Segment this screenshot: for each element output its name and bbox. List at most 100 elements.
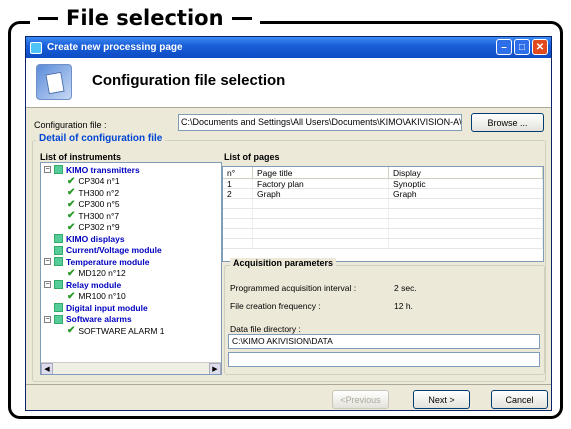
tree-item-label: Digital input module [66, 302, 148, 313]
frequency-label: File creation frequency : [230, 301, 321, 311]
tree-item-label: Software alarms [66, 314, 132, 324]
col-header-number[interactable]: n° [223, 167, 253, 178]
tree-item-label: SOFTWARE ALARM 1 [78, 325, 165, 336]
module-icon [54, 303, 63, 312]
checkmark-icon: ✔ [67, 290, 76, 302]
tree-item-label: CP304 n°1 [78, 176, 120, 186]
cancel-button[interactable]: Cancel [491, 390, 548, 409]
title-bar: Create new processing page – □ ✕ [26, 37, 551, 58]
interval-label: Programmed acquisition interval : [230, 283, 357, 293]
next-button[interactable]: Next > [413, 390, 470, 409]
frame-title-text: File selection [66, 6, 224, 30]
checkmark-icon: ✔ [67, 198, 76, 210]
tree-group[interactable]: Current/Voltage module [44, 245, 162, 256]
close-button[interactable]: ✕ [532, 39, 548, 55]
previous-button[interactable]: <Previous [332, 390, 389, 409]
collapse-icon[interactable]: − [44, 258, 51, 265]
module-icon [54, 234, 63, 243]
tree-item-label: Current/Voltage module [66, 245, 162, 255]
tree-group[interactable]: − Software alarms [44, 314, 132, 325]
detail-legend: Detail of configuration file [36, 133, 166, 144]
cell-display: Graph [389, 189, 543, 199]
cell-title: Factory plan [253, 179, 389, 189]
acquisition-legend: Acquisition parameters [230, 258, 337, 268]
cell-display: Synoptic [389, 179, 543, 189]
module-icon [54, 280, 63, 289]
table-row[interactable]: 2 Graph Graph [223, 189, 543, 199]
tree-instrument[interactable]: ✔ CP304 n°1 [67, 176, 120, 187]
data-dir-label: Data file directory : [230, 324, 301, 334]
frequency-value: 12 h. [394, 301, 413, 311]
window: Create new processing page – □ ✕ Configu… [25, 36, 552, 411]
tree-instrument[interactable]: ✔ TH300 n°2 [67, 187, 119, 198]
empty-row [223, 229, 543, 239]
tree-item-label: KIMO transmitters [66, 164, 140, 175]
module-icon [54, 245, 63, 255]
checkmark-icon: ✔ [67, 221, 76, 233]
col-header-title[interactable]: Page title [253, 167, 389, 178]
pages-header-row: n° Page title Display [223, 167, 543, 179]
checkmark-icon: ✔ [67, 267, 76, 279]
tree-item-label: Relay module [66, 279, 122, 290]
tree-instrument[interactable]: ✔ TH300 n°7 [67, 210, 119, 221]
collapse-icon[interactable]: − [44, 315, 51, 323]
module-icon [54, 257, 63, 266]
window-controls: – □ ✕ [496, 39, 548, 55]
pages-table: n° Page title Display 1 Factory plan Syn… [222, 166, 544, 262]
tree-group[interactable]: − Temperature module [44, 256, 149, 267]
tree-item-label: Temperature module [66, 256, 150, 267]
tree-item-label: MR100 n°10 [78, 291, 126, 301]
app-icon [30, 41, 42, 54]
tree-group[interactable]: − Relay module [44, 279, 121, 290]
data-dir-field[interactable]: C:\KIMO AKIVISION\DATA [228, 334, 540, 349]
tree-instrument[interactable]: ✔ SOFTWARE ALARM 1 [67, 325, 165, 336]
tree-item-label: TH300 n°7 [78, 210, 120, 221]
checkmark-icon: ✔ [67, 210, 76, 221]
tree-item-label: MD120 n°12 [78, 268, 126, 278]
table-row[interactable]: 1 Factory plan Synoptic [223, 179, 543, 189]
empty-row [223, 239, 543, 249]
frame-title-dash-right [231, 16, 252, 20]
config-file-field[interactable]: C:\Documents and Settings\All Users\Docu… [178, 114, 462, 131]
checkmark-icon: ✔ [67, 325, 76, 336]
footer-divider [26, 384, 551, 385]
scroll-right-icon[interactable]: ▶ [209, 362, 221, 374]
tree-item-label: KIMO displays [66, 233, 125, 244]
minimize-button[interactable]: – [496, 39, 512, 55]
config-file-label: Configuration file : [34, 120, 107, 130]
cell-number: 2 [223, 189, 253, 199]
data-dir-field-extra[interactable] [228, 352, 540, 367]
window-title: Create new processing page [47, 42, 183, 53]
collapse-icon[interactable]: − [44, 166, 51, 173]
scroll-left-icon[interactable]: ◀ [41, 362, 53, 374]
browse-button[interactable]: Browse ... [471, 113, 544, 132]
tree-instrument[interactable]: ✔ CP302 n°9 [67, 222, 120, 233]
tree-item-label: CP302 n°9 [78, 222, 120, 232]
cell-number: 1 [223, 179, 253, 189]
tree-group[interactable]: Digital input module [44, 302, 148, 313]
col-header-display[interactable]: Display [389, 167, 543, 178]
interval-value: 2 sec. [394, 283, 417, 293]
config-wizard-icon [36, 64, 72, 100]
tree-instrument[interactable]: ✔ CP300 n°5 [67, 199, 120, 210]
collapse-icon[interactable]: − [44, 281, 51, 288]
checkmark-icon: ✔ [67, 175, 76, 187]
tree-hscroll[interactable]: ◀ ▶ [41, 362, 221, 374]
frame-title-dash-left [38, 16, 58, 20]
tree-instrument[interactable]: ✔ MD120 n°12 [67, 268, 126, 279]
module-icon [54, 165, 63, 174]
pages-label: List of pages [224, 152, 280, 162]
tree-group[interactable]: − KIMO transmitters [44, 164, 140, 175]
tree-group[interactable]: KIMO displays [44, 233, 125, 244]
maximize-button[interactable]: □ [514, 39, 530, 55]
module-icon [54, 314, 63, 324]
instruments-label: List of instruments [40, 152, 122, 162]
checkmark-icon: ✔ [67, 187, 76, 198]
page-title: Configuration file selection [92, 72, 286, 89]
empty-row [223, 219, 543, 229]
tree-item-label: CP300 n°5 [78, 199, 120, 209]
cell-title: Graph [253, 189, 389, 199]
empty-row [223, 209, 543, 219]
tree-item-label: TH300 n°2 [78, 187, 120, 198]
tree-instrument[interactable]: ✔ MR100 n°10 [67, 291, 126, 302]
